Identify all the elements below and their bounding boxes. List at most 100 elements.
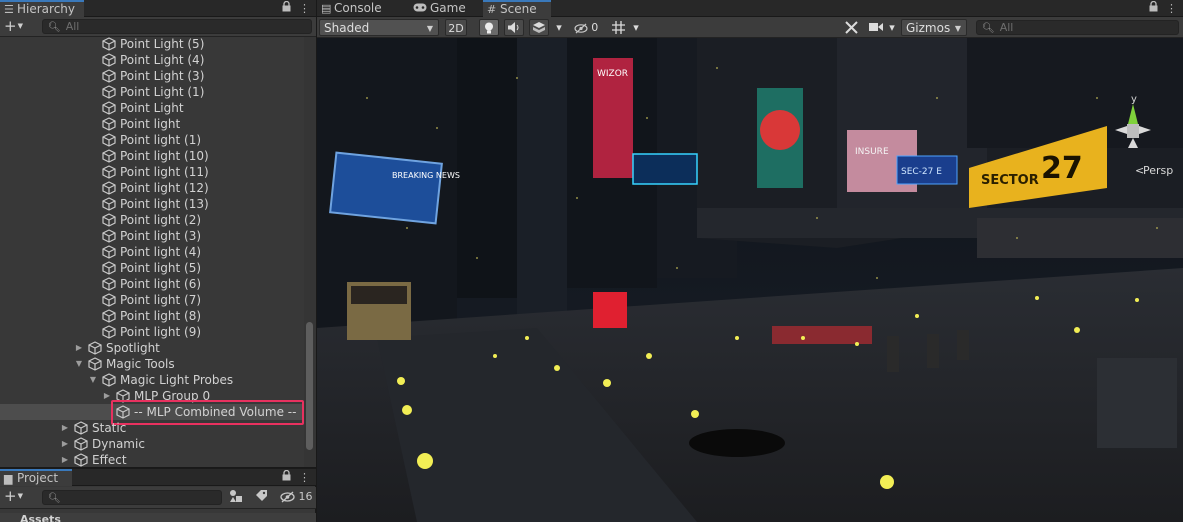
cube-icon xyxy=(102,277,116,291)
hierarchy-item-label: Point Light xyxy=(120,101,184,115)
lighting-toggle-icon[interactable] xyxy=(479,19,499,36)
expand-arrow-closed-icon[interactable]: ▶ xyxy=(60,436,70,452)
audio-toggle-icon[interactable] xyxy=(504,19,524,36)
hierarchy-item[interactable]: ▼ Magic Tools xyxy=(0,356,304,372)
hierarchy-item[interactable]: Point light (10) xyxy=(0,148,304,164)
hierarchy-item[interactable]: Point light (12) xyxy=(0,180,304,196)
hierarchy-item[interactable]: Point light (4) xyxy=(0,244,304,260)
hierarchy-item[interactable]: Point Light (4) xyxy=(0,52,304,68)
hierarchy-item[interactable]: Point light xyxy=(0,116,304,132)
expand-arrow-open-icon[interactable]: ▼ xyxy=(74,356,84,372)
scene-search-input[interactable]: 🔍︎ All xyxy=(976,20,1179,35)
hierarchy-item[interactable]: ▶ Static xyxy=(0,420,304,436)
hierarchy-item-label: Effect xyxy=(92,453,127,467)
grid-toggle-icon[interactable] xyxy=(608,19,628,36)
hierarchy-item[interactable]: ▶ Effect xyxy=(0,452,304,467)
expand-arrow-closed-icon[interactable]: ▶ xyxy=(60,420,70,436)
project-create-button[interactable]: +▼ xyxy=(4,488,23,505)
filter-type-icon[interactable] xyxy=(229,489,243,505)
assets-folder[interactable]: Assets xyxy=(0,513,316,522)
camera-icon[interactable] xyxy=(866,19,886,36)
hierarchy-item[interactable]: Point light (3) xyxy=(0,228,304,244)
hierarchy-item-label: Magic Tools xyxy=(106,357,175,371)
svg-text:<: < xyxy=(1135,164,1144,177)
hierarchy-item[interactable]: Point light (2) xyxy=(0,212,304,228)
kebab-icon[interactable]: ⋮ xyxy=(299,0,310,17)
projection-label[interactable]: Persp xyxy=(1143,164,1173,177)
expand-arrow-open-icon[interactable]: ▼ xyxy=(88,372,98,388)
hierarchy-item-label: Point Light (3) xyxy=(120,69,205,83)
hierarchy-item[interactable]: Point light (11) xyxy=(0,164,304,180)
hierarchy-item[interactable]: Point Light xyxy=(0,100,304,116)
orientation-gizmo-icon[interactable]: y Persp < xyxy=(1103,84,1175,184)
filter-label-icon[interactable] xyxy=(254,489,268,505)
cube-icon xyxy=(102,325,116,339)
lock-icon[interactable] xyxy=(282,0,291,17)
scene-lock-icon[interactable] xyxy=(1149,0,1158,17)
hierarchy-search-placeholder: All xyxy=(65,20,80,33)
camera-chevron-icon[interactable]: ▾ xyxy=(886,19,898,36)
sign-insure: INSURE xyxy=(855,147,889,157)
draw-mode-dropdown[interactable]: Shaded ▼ xyxy=(319,19,439,36)
hierarchy-panel: ☰ Hierarchy ⋮ +▼ 🔍︎ All Point Light (5) Poi… xyxy=(0,0,316,467)
grid-chevron-icon[interactable]: ▾ xyxy=(629,19,643,36)
hierarchy-item[interactable]: Point light (8) xyxy=(0,308,304,324)
hierarchy-item[interactable]: Point light (5) xyxy=(0,260,304,276)
hierarchy-item-label: Point light (12) xyxy=(120,181,209,195)
tab-project-label: Project xyxy=(17,471,59,485)
project-kebab-icon[interactable]: ⋮ xyxy=(299,469,310,486)
gizmos-chevron-icon: ▼ xyxy=(954,24,961,33)
draw-mode-label: Shaded xyxy=(324,21,370,35)
expand-arrow-closed-icon[interactable]: ▶ xyxy=(60,452,70,467)
hierarchy-toolbar: +▼ 🔍︎ All xyxy=(0,17,316,37)
hierarchy-item[interactable]: Point light (13) xyxy=(0,196,304,212)
search-icon: 🔍︎ xyxy=(48,22,61,33)
gizmos-dropdown[interactable]: Gizmos ▼ xyxy=(901,19,967,36)
hierarchy-item[interactable]: Point light (7) xyxy=(0,292,304,308)
hierarchy-item[interactable]: Point light (6) xyxy=(0,276,304,292)
scene-tabbar: ▤ Console Game # Scene ⋮ xyxy=(317,0,1183,17)
tab-console[interactable]: ▤ Console xyxy=(317,0,403,17)
expand-arrow-closed-icon[interactable]: ▶ xyxy=(74,340,84,356)
scene-visibility-toggle[interactable]: 0 xyxy=(569,19,603,36)
hierarchy-item-label: Point light (6) xyxy=(120,277,202,291)
tools-icon[interactable] xyxy=(840,19,862,36)
project-search-input[interactable]: 🔍︎ xyxy=(42,490,222,505)
hierarchy-search-input[interactable]: 🔍︎ All xyxy=(42,19,312,34)
hierarchy-tree: Point Light (5) Point Light (4) Point Ligh… xyxy=(0,37,304,467)
hierarchy-item[interactable]: Point Light (5) xyxy=(0,37,304,52)
hierarchy-item[interactable]: ▼ Magic Light Probes xyxy=(0,372,304,388)
cube-icon xyxy=(102,197,116,211)
cube-icon xyxy=(102,85,116,99)
tab-scene[interactable]: # Scene xyxy=(483,0,551,17)
hierarchy-item[interactable]: ▶ Dynamic xyxy=(0,436,304,452)
cube-icon xyxy=(74,453,88,467)
hierarchy-item[interactable]: ▶ Spotlight xyxy=(0,340,304,356)
scene-viewport[interactable]: BREAKING NEWS WIZOR INSURE SEC-27 E SECT… xyxy=(317,38,1183,522)
hierarchy-item[interactable]: Point light (9) xyxy=(0,324,304,340)
hidden-packages-toggle[interactable]: 16 xyxy=(280,489,313,505)
sign-sector: SECTOR xyxy=(981,173,1039,188)
hierarchy-item[interactable]: Point light (1) xyxy=(0,132,304,148)
hierarchy-item[interactable]: Point Light (1) xyxy=(0,84,304,100)
cube-icon xyxy=(102,53,116,67)
cube-icon xyxy=(102,181,116,195)
effects-chevron-icon[interactable]: ▾ xyxy=(553,19,565,36)
tab-hierarchy[interactable]: ☰ Hierarchy xyxy=(0,0,84,17)
effects-toggle-icon[interactable] xyxy=(529,19,549,36)
tab-project[interactable]: ▆ Project xyxy=(0,469,72,486)
cube-icon xyxy=(102,213,116,227)
scene-kebab-icon[interactable]: ⋮ xyxy=(1166,0,1177,17)
hierarchy-scroll-thumb[interactable] xyxy=(306,322,313,450)
project-lock-icon[interactable] xyxy=(282,469,291,486)
hierarchy-item-label: Point light (13) xyxy=(120,197,209,211)
create-button[interactable]: +▼ xyxy=(4,18,23,35)
hierarchy-item-label: Point light (8) xyxy=(120,309,202,323)
cube-icon xyxy=(74,421,88,435)
scene-panel: ▤ Console Game # Scene ⋮ Shaded ▼ 2D ▾ 0… xyxy=(317,0,1183,522)
hierarchy-item[interactable]: Point Light (3) xyxy=(0,68,304,84)
tab-game[interactable]: Game xyxy=(409,0,483,17)
hierarchy-item-label: Point Light (5) xyxy=(120,37,205,51)
toggle-2d-button[interactable]: 2D xyxy=(445,19,467,36)
hierarchy-item-label: Point light (3) xyxy=(120,229,202,243)
